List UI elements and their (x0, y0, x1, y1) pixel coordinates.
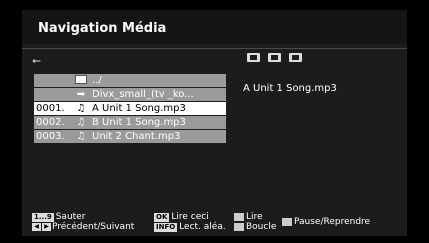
music-note-icon: ♫ (76, 103, 86, 114)
number-keys-icon: 1...9 (32, 212, 54, 222)
loop-button-icon (234, 223, 244, 231)
page-title: Navigation Média (38, 21, 167, 36)
item-number: 0002. (36, 117, 65, 128)
music-note-icon: ♫ (76, 117, 86, 128)
play2-label: Lire (246, 212, 263, 222)
separator-line (22, 48, 407, 49)
item-number: 0001. (36, 103, 65, 114)
preview-filename: A Unit 1 Song.mp3 (243, 83, 337, 94)
music-note-icon: ♫ (76, 131, 86, 142)
right-arrow-icon: ▶ (42, 223, 51, 231)
pause-label: Pause/Reprendre (294, 217, 371, 227)
jump-label: Sauter (55, 212, 86, 222)
jump-hint: 1...9 Sauter (32, 212, 85, 222)
list-item-file[interactable]: 0002. ♫ B Unit 1 Song.mp3 (34, 116, 226, 129)
loop-hint: Boucle (234, 222, 276, 232)
prevnext-hint: ◀ ▶ Précédent/Suivant (32, 222, 134, 232)
filter-icons (247, 53, 302, 62)
item-label: A Unit 1 Song.mp3 (92, 103, 186, 114)
video-filter-icon[interactable] (247, 53, 260, 62)
list-item-folder[interactable]: ➡ Divx_small_(tv _ko... (34, 88, 226, 101)
play-button-icon (234, 213, 244, 221)
item-label: B Unit 1 Song.mp3 (92, 117, 186, 128)
random-hint: INFO Lect. aléa. (154, 222, 226, 232)
usb-icon: ⭠ (32, 54, 41, 67)
item-label: Unit 2 Chant.mp3 (92, 131, 181, 142)
list-item-parent[interactable]: ../ (34, 74, 226, 87)
folder-icon (74, 74, 88, 87)
list-item-file[interactable]: 0001. ♫ A Unit 1 Song.mp3 (34, 102, 226, 115)
music-filter-icon[interactable] (289, 53, 302, 62)
media-browser-panel: Navigation Média ⭠ ../ ➡ Divx_small_(tv … (22, 10, 407, 236)
loop-label: Boucle (246, 222, 277, 232)
left-arrow-icon: ◀ (32, 223, 41, 231)
play2-hint: Lire (234, 212, 263, 222)
list-item-file[interactable]: 0003. ♫ Unit 2 Chant.mp3 (34, 130, 226, 143)
ok-key-icon: OK (154, 212, 170, 222)
play-label: Lire ceci (171, 212, 209, 222)
item-label: Divx_small_(tv _ko... (92, 89, 194, 100)
pause-hint: Pause/Reprendre (282, 217, 370, 227)
pause-button-icon (282, 218, 292, 226)
info-key-icon: INFO (154, 222, 178, 232)
prevnext-label: Précédent/Suivant (52, 222, 135, 232)
play-hint: OK Lire ceci (154, 212, 209, 222)
item-number: 0003. (36, 131, 65, 142)
file-list: ../ ➡ Divx_small_(tv _ko... 0001. ♫ A Un… (34, 74, 226, 144)
arrow-icon: ➡ (76, 89, 86, 100)
item-label: ../ (92, 75, 102, 86)
tv-screen: Navigation Média ⭠ ../ ➡ Divx_small_(tv … (0, 0, 429, 243)
photo-filter-icon[interactable] (268, 53, 281, 62)
footer-help: 1...9 Sauter ◀ ▶ Précédent/Suivant OK Li… (32, 212, 407, 236)
title-bar: Navigation Média (22, 10, 407, 44)
random-label: Lect. aléa. (179, 222, 226, 232)
